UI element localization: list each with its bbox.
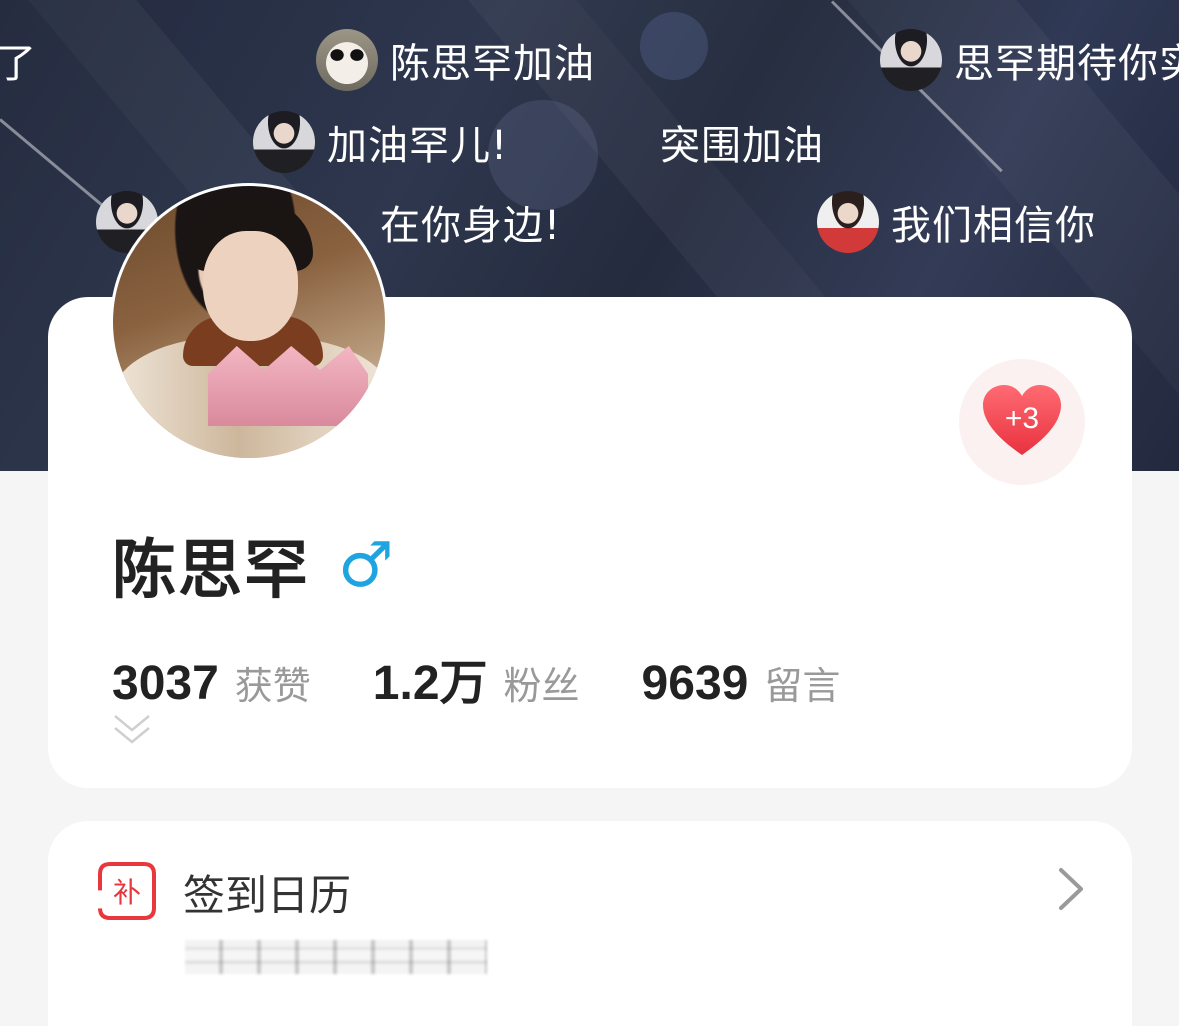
danmaku-item: 加油罕儿! — [253, 110, 508, 174]
profile-avatar[interactable] — [110, 183, 388, 461]
profile-name: 陈思罕 — [112, 534, 310, 608]
red-jersey-avatar — [817, 191, 879, 253]
stat-likes[interactable]: 3037 获赞 — [112, 655, 311, 711]
stats-row: 3037 获赞 1.2万 粉丝 9639 留言 — [112, 643, 902, 713]
like-button[interactable]: +3 — [959, 359, 1085, 485]
cat-avatar — [316, 29, 378, 91]
calendar-preview-strip — [185, 940, 487, 974]
chevron-down-icon[interactable] — [112, 712, 152, 748]
checkin-title: 签到日历 — [183, 871, 352, 920]
male-gender-icon: ♂ — [338, 528, 394, 601]
chevron-right-icon[interactable] — [1056, 866, 1086, 912]
boy-avatar — [880, 29, 942, 91]
boy-avatar — [253, 111, 315, 173]
stat-fans[interactable]: 1.2万 粉丝 — [373, 643, 580, 713]
checkin-icon: 补 — [98, 862, 156, 920]
name-row: 陈思罕 ♂ — [112, 525, 394, 609]
danmaku-item: 思罕期待你实 — [880, 28, 1179, 92]
danmaku-item: 陈思罕加油 — [316, 28, 595, 92]
profile-page: 了 陈思罕加油 思罕期待你实 加油罕儿! 突围加油 在你身边! 我们相信你 +3… — [0, 0, 1179, 1026]
stat-messages[interactable]: 9639 留言 — [642, 655, 841, 711]
danmaku-item: 了 — [0, 41, 37, 87]
checkin-calendar-card[interactable] — [48, 821, 1132, 1026]
danmaku-item: 我们相信你 — [817, 190, 1096, 254]
svg-text:补: 补 — [113, 876, 141, 909]
danmaku-item: 突围加油 — [660, 123, 824, 169]
like-count: +3 — [1004, 402, 1040, 435]
